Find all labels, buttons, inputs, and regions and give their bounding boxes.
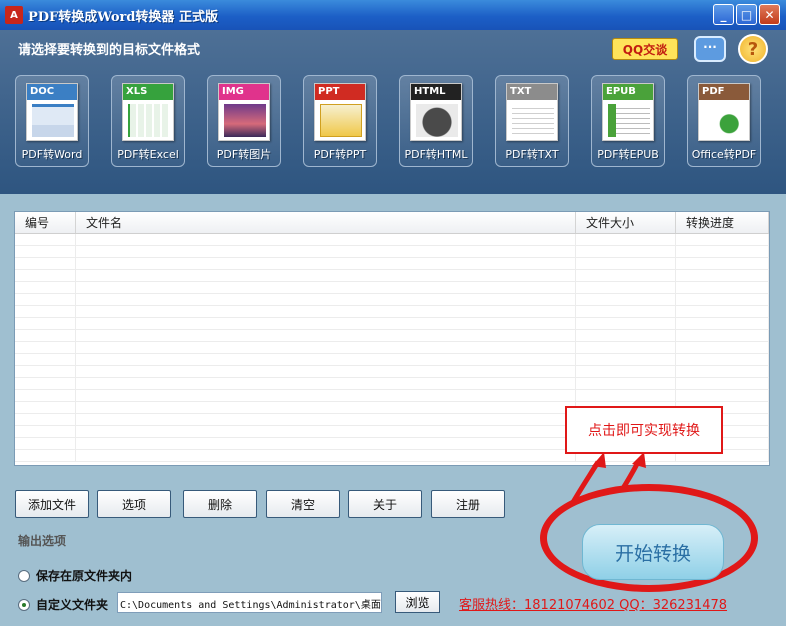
ppt-slide-icon: PPT bbox=[314, 83, 366, 141]
format-label: PDF转TXT bbox=[505, 148, 559, 161]
excel-chart-icon: XLS bbox=[122, 83, 174, 141]
close-button[interactable]: ✕ bbox=[759, 4, 780, 25]
format-tag: HTML bbox=[411, 84, 461, 100]
table-row-empty bbox=[15, 318, 769, 330]
radio-button[interactable] bbox=[18, 569, 30, 582]
image-icon: IMG bbox=[218, 83, 270, 141]
format-label: PDF转Excel bbox=[117, 148, 179, 161]
format-tag: EPUB bbox=[603, 84, 653, 100]
format-tag: DOC bbox=[27, 84, 77, 100]
output-options-title: 输出选项 bbox=[18, 534, 67, 548]
column-header-filesize[interactable]: 文件大小 bbox=[576, 212, 676, 233]
format-art bbox=[704, 104, 746, 137]
acrobat-check-icon: PDF bbox=[698, 83, 750, 141]
radio-custom-folder[interactable]: 自定义文件夹 bbox=[18, 596, 108, 613]
format-label: PDF转图片 bbox=[216, 148, 272, 161]
format-art bbox=[512, 104, 554, 137]
chat-bubble-icon[interactable]: ··· bbox=[694, 36, 726, 62]
format-tag: PDF bbox=[699, 84, 749, 100]
add-file-button[interactable]: 添加文件 bbox=[15, 490, 89, 518]
format-tag: PPT bbox=[315, 84, 365, 100]
support-hotline: 客服热线：18121074602 QQ：326231478 bbox=[459, 598, 728, 613]
table-header: 编号 文件名 文件大小 转换进度 bbox=[15, 212, 769, 234]
maximize-button[interactable]: □ bbox=[736, 4, 757, 25]
panel-heading: 请选择要转换到的目标文件格式 bbox=[18, 43, 201, 58]
format-button-html[interactable]: HTML PDF转HTML bbox=[399, 75, 473, 167]
minimize-button[interactable]: _ bbox=[713, 4, 734, 25]
format-label: PDF转PPT bbox=[313, 148, 367, 161]
options-button[interactable]: 选项 bbox=[97, 490, 171, 518]
format-button-xls[interactable]: XLS PDF转Excel bbox=[111, 75, 185, 167]
register-button[interactable]: 注册 bbox=[431, 490, 505, 518]
window-title: PDF转换成Word转换器 正式版 bbox=[28, 9, 218, 25]
table-row-empty bbox=[15, 270, 769, 282]
title-bar: A PDF转换成Word转换器 正式版 _ □ ✕ bbox=[0, 0, 786, 30]
clear-button[interactable]: 清空 bbox=[266, 490, 340, 518]
hint-callout: 点击即可实现转换 bbox=[565, 406, 723, 454]
epub-icon: EPUB bbox=[602, 83, 654, 141]
radio-button-checked[interactable] bbox=[18, 598, 30, 611]
radio-save-in-source[interactable]: 保存在原文件夹内 bbox=[18, 567, 132, 584]
format-button-doc[interactable]: DOC PDF转Word bbox=[15, 75, 89, 167]
format-art bbox=[416, 104, 458, 137]
format-tag: XLS bbox=[123, 84, 173, 100]
column-header-progress[interactable]: 转换进度 bbox=[676, 212, 769, 233]
table-row-empty bbox=[15, 246, 769, 258]
delete-button[interactable]: 删除 bbox=[183, 490, 257, 518]
format-art bbox=[224, 104, 266, 137]
format-button-txt[interactable]: TXT PDF转TXT bbox=[495, 75, 569, 167]
help-icon[interactable]: ? bbox=[738, 34, 768, 64]
globe-icon: HTML bbox=[410, 83, 462, 141]
word-doc-icon: DOC bbox=[26, 83, 78, 141]
text-pen-icon: TXT bbox=[506, 83, 558, 141]
format-button-img[interactable]: IMG PDF转图片 bbox=[207, 75, 281, 167]
format-button-epub[interactable]: EPUB PDF转EPUB bbox=[591, 75, 665, 167]
format-art bbox=[128, 104, 170, 137]
qq-chat-button[interactable]: QQ交谈 bbox=[612, 38, 678, 60]
table-row-empty bbox=[15, 354, 769, 366]
start-convert-button[interactable]: 开始转换 bbox=[582, 524, 724, 580]
format-art bbox=[320, 104, 362, 137]
table-row-empty bbox=[15, 390, 769, 402]
column-header-filename[interactable]: 文件名 bbox=[76, 212, 576, 233]
table-row-empty bbox=[15, 282, 769, 294]
radio-label: 保存在原文件夹内 bbox=[36, 569, 133, 583]
radio-label: 自定义文件夹 bbox=[36, 598, 109, 612]
table-row-empty bbox=[15, 330, 769, 342]
format-art bbox=[32, 104, 74, 137]
window-controls: _ □ ✕ bbox=[713, 4, 780, 25]
column-header-number[interactable]: 编号 bbox=[15, 212, 76, 233]
format-panel: 请选择要转换到的目标文件格式 QQ交谈 ··· ? DOC PDF转Word XLS… bbox=[0, 30, 786, 194]
format-label: PDF转EPUB bbox=[597, 148, 659, 161]
table-row-empty bbox=[15, 342, 769, 354]
about-button[interactable]: 关于 bbox=[348, 490, 422, 518]
table-row-empty bbox=[15, 258, 769, 270]
format-art bbox=[608, 104, 650, 137]
table-row-empty bbox=[15, 378, 769, 390]
app-icon: A bbox=[5, 6, 23, 24]
format-button-ppt[interactable]: PPT PDF转PPT bbox=[303, 75, 377, 167]
format-button-pdf[interactable]: PDF Office转PDF bbox=[687, 75, 761, 167]
browse-button[interactable]: 浏览 bbox=[395, 591, 440, 613]
table-row-empty bbox=[15, 306, 769, 318]
output-path-field[interactable]: C:\Documents and Settings\Administrator\… bbox=[117, 592, 382, 613]
table-row-empty bbox=[15, 366, 769, 378]
table-row-empty bbox=[15, 294, 769, 306]
format-tag: IMG bbox=[219, 84, 269, 100]
format-tag: TXT bbox=[507, 84, 557, 100]
table-row-empty bbox=[15, 234, 769, 246]
format-label: PDF转Word bbox=[21, 148, 83, 161]
format-label: Office转PDF bbox=[691, 148, 757, 161]
format-label: PDF转HTML bbox=[404, 148, 468, 161]
